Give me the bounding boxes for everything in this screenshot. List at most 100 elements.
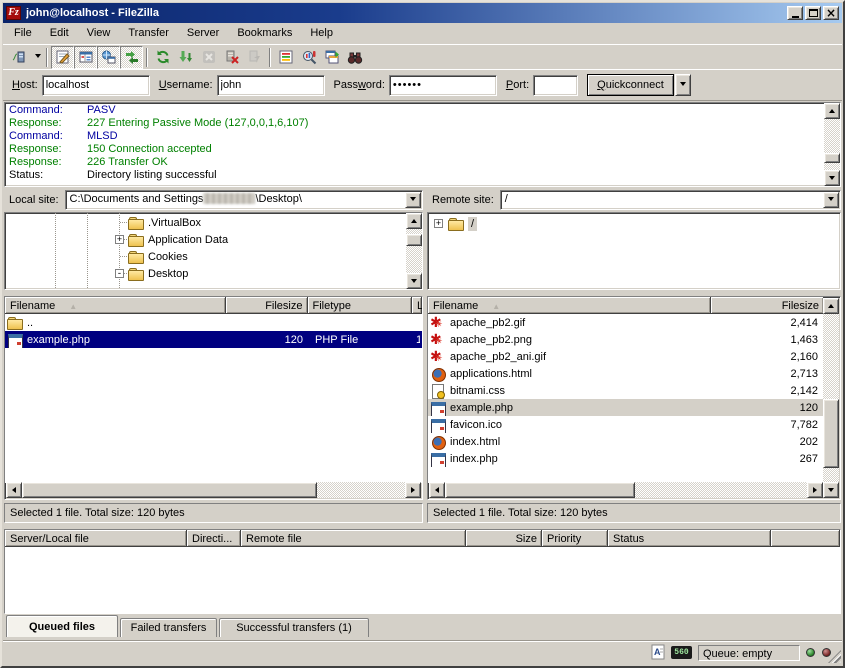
disconnect-button[interactable] [220, 46, 243, 69]
cancel-operation-button[interactable] [197, 46, 220, 69]
minimize-icon [792, 16, 799, 18]
refresh-button[interactable] [151, 46, 174, 69]
synchronized-browsing-button[interactable] [320, 46, 343, 69]
scroll-thumb[interactable] [406, 234, 422, 246]
menu-help[interactable]: Help [301, 25, 342, 42]
remote-site-dropdown[interactable] [823, 192, 839, 208]
menu-bookmarks[interactable]: Bookmarks [228, 25, 301, 42]
log-scrollbar[interactable] [824, 103, 840, 186]
local-panel: Local site: C:\Documents and Settings\De… [4, 190, 423, 524]
toggle-local-treeview-button[interactable] [74, 46, 97, 69]
remote-list-hscrollbar[interactable] [429, 482, 823, 498]
remote-site-combobox[interactable]: / [500, 190, 841, 210]
menu-view[interactable]: View [78, 25, 120, 42]
scroll-left-icon [9, 487, 16, 493]
expand-plus-icon[interactable]: + [434, 219, 443, 228]
password-input[interactable] [389, 75, 497, 96]
process-queue-button[interactable] [174, 46, 197, 69]
file-row[interactable]: apache_pb2.gif2,414 [428, 314, 824, 331]
toggle-remote-treeview-button[interactable] [97, 46, 120, 69]
tree-item[interactable]: - Desktop [6, 265, 405, 282]
directory-filters-button[interactable] [274, 46, 297, 69]
remote-list-vscrollbar[interactable] [823, 298, 839, 498]
compare-directories-button[interactable] [297, 46, 320, 69]
file-row[interactable]: index.html202 [428, 433, 824, 450]
scroll-thumb[interactable] [22, 482, 317, 498]
tree-item[interactable]: Cookies [6, 248, 405, 265]
local-list-hscrollbar[interactable] [6, 482, 421, 498]
tree-item[interactable]: + / [429, 215, 839, 232]
file-icon [430, 451, 446, 467]
chevron-down-icon [35, 54, 41, 61]
scroll-thumb[interactable] [445, 482, 635, 498]
quickconnect-button[interactable]: Quickconnect [587, 74, 674, 96]
tree-item[interactable]: .VirtualBox [6, 214, 405, 231]
local-treeview-icon [78, 49, 94, 65]
file-row[interactable]: apache_pb2_ani.gif2,160 [428, 348, 824, 365]
file-row[interactable]: index.php267 [428, 450, 824, 467]
file-row[interactable]: favicon.ico7,782 [428, 416, 824, 433]
site-manager-dropdown[interactable] [30, 46, 43, 69]
refresh-icon [155, 49, 171, 65]
file-row[interactable]: .. [5, 314, 422, 331]
local-site-combobox[interactable]: C:\Documents and Settings\Desktop\ [65, 190, 423, 210]
column-header-size[interactable]: Size [466, 530, 542, 547]
log-line: Response:226 Transfer OK [6, 156, 822, 169]
scroll-up-icon [411, 216, 417, 223]
maximize-button[interactable] [805, 6, 821, 20]
local-directory-tree: .VirtualBox + Application Data Cookies -… [4, 212, 423, 290]
tree-item[interactable]: + Application Data [6, 231, 405, 248]
menu-edit[interactable]: Edit [41, 25, 78, 42]
menu-file[interactable]: File [5, 25, 41, 42]
column-header-modified[interactable]: L [412, 297, 422, 314]
toolbar-separator [46, 48, 48, 67]
scroll-up-icon [828, 301, 834, 308]
toggle-message-log-button[interactable] [51, 46, 74, 69]
port-input[interactable] [533, 75, 578, 96]
close-button[interactable]: × [823, 6, 839, 20]
column-header-filename[interactable]: Filename▲ [428, 297, 711, 314]
column-header-filetype[interactable]: Filetype [308, 297, 413, 314]
find-files-button[interactable] [343, 46, 366, 69]
quickconnect-dropdown[interactable] [675, 74, 691, 96]
column-header-filesize[interactable]: Filesize [226, 297, 308, 314]
tab-failed-transfers[interactable]: Failed transfers [120, 618, 217, 637]
local-tree-scrollbar[interactable] [406, 213, 422, 289]
log-line: Command:PASV [6, 104, 822, 117]
site-manager-button[interactable] [7, 46, 30, 69]
scroll-up-icon [829, 106, 835, 113]
queue-body[interactable] [5, 547, 840, 613]
username-input[interactable] [217, 75, 325, 96]
expand-plus-icon[interactable]: + [115, 235, 124, 244]
column-header-priority[interactable]: Priority [542, 530, 608, 547]
column-header-server-local-file[interactable]: Server/Local file [5, 530, 187, 547]
toggle-transfer-queue-button[interactable] [120, 46, 143, 69]
reconnect-button[interactable] [243, 46, 266, 69]
local-site-dropdown[interactable] [405, 192, 421, 208]
scroll-down-icon [829, 176, 835, 183]
host-input[interactable] [42, 75, 150, 96]
data-type-ascii-icon[interactable]: A [651, 644, 666, 663]
window-title: john@localhost - FileZilla [26, 7, 787, 19]
column-header-filesize[interactable]: Filesize [711, 297, 824, 314]
tab-successful-transfers[interactable]: Successful transfers (1) [219, 618, 369, 637]
file-row[interactable]: bitnami.css2,142 [428, 382, 824, 399]
file-row-selected[interactable]: example.php120 [428, 399, 824, 416]
collapse-minus-icon[interactable]: - [115, 269, 124, 278]
menu-server[interactable]: Server [178, 25, 228, 42]
tab-queued-files[interactable]: Queued files [6, 615, 118, 637]
column-header-filename[interactable]: Filename▲ [5, 297, 226, 314]
scroll-thumb[interactable] [824, 153, 840, 163]
file-row[interactable]: apache_pb2.png1,463 [428, 331, 824, 348]
title-bar[interactable]: Fz john@localhost - FileZilla × [3, 3, 842, 23]
file-row[interactable]: applications.html2,713 [428, 365, 824, 382]
menu-transfer[interactable]: Transfer [119, 25, 178, 42]
column-header-status[interactable]: Status [608, 530, 771, 547]
scroll-thumb[interactable] [823, 399, 839, 468]
column-header-direction[interactable]: Directi... [187, 530, 241, 547]
speed-limit-icon[interactable]: 560 [671, 646, 692, 659]
column-header-remote-file[interactable]: Remote file [241, 530, 466, 547]
file-row-selected[interactable]: example.php 120 PHP File 1 [5, 331, 422, 348]
file-icon [430, 383, 446, 399]
minimize-button[interactable] [787, 6, 803, 20]
